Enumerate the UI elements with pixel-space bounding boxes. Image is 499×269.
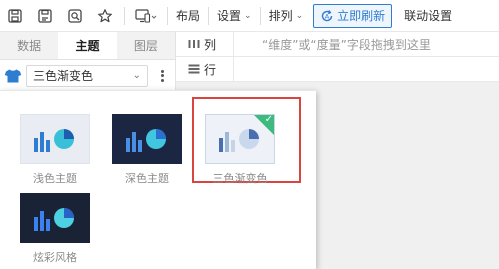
arrange-menu-label: 排列 xyxy=(268,9,293,23)
tab-layers-label: 图层 xyxy=(133,39,158,53)
linkage-settings-button[interactable]: 联动设置 xyxy=(396,7,460,24)
rows-shelf-label: 行 xyxy=(176,56,234,82)
theme-option-dark[interactable]: 深色主题 xyxy=(112,114,182,186)
theme-option-name: 三色渐变色 xyxy=(212,172,268,185)
drop-hint: “维度”或“度量”字段拖拽到这里 xyxy=(262,37,431,52)
theme-select-value: 三色渐变色 xyxy=(33,69,94,83)
gradient-theme-thumbnail: ✓ xyxy=(205,114,275,164)
toolbar: 布局 设置 ⌄ 排列 ⌄ A 立即刷新 联动设置 xyxy=(0,0,499,32)
tab-layers[interactable]: 图层 xyxy=(117,32,175,59)
layout-menu[interactable]: 布局 xyxy=(172,0,204,32)
chevron-down-icon: ⌄ xyxy=(295,10,304,21)
tab-data-label: 数据 xyxy=(17,39,42,53)
left-panel-tabs: 数据 主题 图层 xyxy=(0,32,175,60)
theme-option-light[interactable]: 浅色主题 xyxy=(20,114,90,186)
rows-icon xyxy=(188,64,200,74)
save-as-icon[interactable] xyxy=(30,0,60,32)
chevron-down-icon: ⌄ xyxy=(244,10,252,21)
save-icon[interactable] xyxy=(0,0,30,32)
tab-data[interactable]: 数据 xyxy=(0,32,58,59)
columns-icon xyxy=(188,40,200,48)
more-options-icon[interactable] xyxy=(158,68,166,84)
theme-option-gradient[interactable]: ✓ 三色渐变色 xyxy=(205,114,275,186)
settings-menu[interactable]: 设置 ⌄ xyxy=(213,0,256,32)
refresh-now-label: 立即刷新 xyxy=(337,9,386,23)
chevron-down-icon: ⌄ xyxy=(132,70,141,81)
tab-theme[interactable]: 主题 xyxy=(58,32,117,59)
layout-menu-label: 布局 xyxy=(176,9,201,23)
toolbar-divider xyxy=(208,6,210,25)
toolbar-divider xyxy=(124,6,125,25)
shirt-icon xyxy=(4,69,22,82)
bar-pie-chart-icon xyxy=(34,129,74,152)
dark-theme-thumbnail xyxy=(112,114,182,164)
rows-label: 行 xyxy=(204,62,217,77)
columns-shelf-label: 列 xyxy=(176,31,234,57)
arrange-menu[interactable]: 排列 ⌄ xyxy=(265,0,308,32)
theme-option-name: 炫彩风格 xyxy=(33,251,77,264)
columns-label: 列 xyxy=(204,37,217,52)
theme-option-colorful[interactable]: 炫彩风格 xyxy=(20,193,90,265)
theme-dropdown-popup: 浅色主题 深色主题 ✓ 三色渐变色 炫彩风格 xyxy=(0,90,316,269)
toolbar-divider xyxy=(167,6,168,25)
preview-icon[interactable] xyxy=(60,0,90,32)
rows-shelf[interactable]: 行 xyxy=(176,56,499,82)
columns-shelf[interactable]: 列 “维度”或“度量”字段拖拽到这里 xyxy=(176,31,499,57)
refresh-icon: A xyxy=(321,9,333,21)
light-theme-thumbnail xyxy=(20,114,90,164)
refresh-now-button[interactable]: A 立即刷新 xyxy=(313,3,393,28)
linkage-settings-label: 联动设置 xyxy=(404,9,453,23)
star-icon[interactable] xyxy=(90,0,120,32)
settings-menu-label: 设置 xyxy=(217,9,242,23)
theme-option-name: 浅色主题 xyxy=(33,172,77,185)
theme-select[interactable]: 三色渐变色 ⌄ xyxy=(26,64,148,87)
theme-option-name: 深色主题 xyxy=(125,172,169,185)
theme-selector-row: 三色渐变色 ⌄ xyxy=(0,60,175,92)
device-icon[interactable] xyxy=(129,0,163,32)
tab-theme-label: 主题 xyxy=(75,39,100,53)
bar-pie-chart-icon xyxy=(126,129,166,152)
svg-text:A: A xyxy=(325,12,330,20)
toolbar-divider xyxy=(259,6,261,25)
colorful-theme-thumbnail xyxy=(20,193,90,243)
bar-pie-chart-icon xyxy=(34,208,74,231)
check-icon: ✓ xyxy=(264,114,273,125)
